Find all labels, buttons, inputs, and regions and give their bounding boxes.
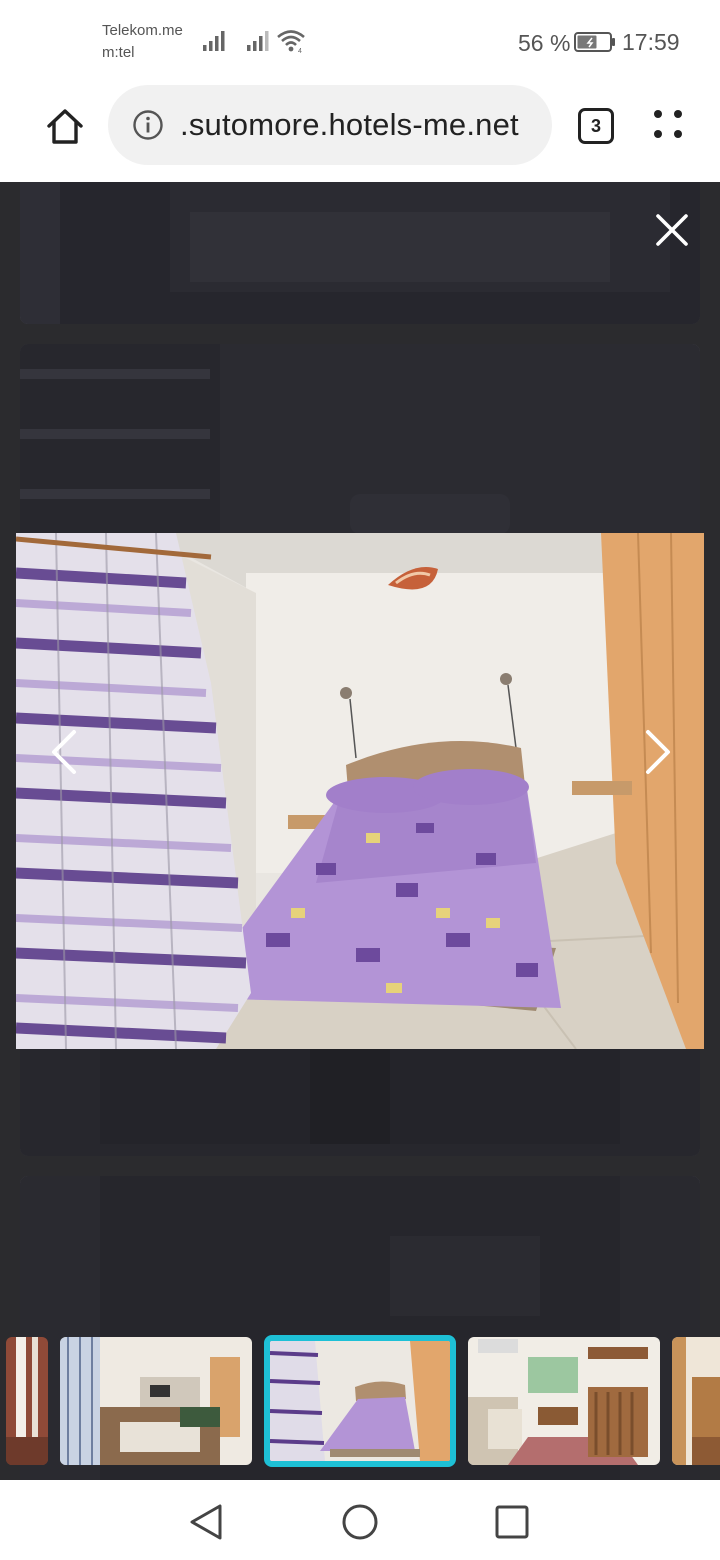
listing-photo-card xyxy=(20,182,700,324)
menu-dot-icon xyxy=(654,110,662,118)
signal-strength-icon xyxy=(203,31,225,51)
previous-photo-chevron-icon[interactable] xyxy=(44,722,84,782)
battery-icon xyxy=(574,32,615,52)
thumbnail-strip[interactable] xyxy=(0,1335,720,1467)
thumbnail-image xyxy=(468,1337,660,1465)
gallery-main-photo[interactable] xyxy=(16,533,704,1049)
url-text[interactable]: .sutomore.hotels-me.net xyxy=(180,107,519,143)
recent-apps-square-icon[interactable] xyxy=(492,1502,532,1542)
home-circle-icon[interactable] xyxy=(340,1502,380,1542)
browser-toolbar: .sutomore.hotels-me.net 3 xyxy=(0,84,720,182)
bedroom-photo xyxy=(16,533,704,1049)
tab-count: 3 xyxy=(590,115,601,136)
tab-switcher-button[interactable]: 3 xyxy=(578,108,614,144)
battery-percentage: 56 % xyxy=(518,30,571,56)
carrier-primary: Telekom.me xyxy=(102,22,183,39)
home-button[interactable] xyxy=(40,104,90,150)
thumbnail-image xyxy=(6,1337,48,1465)
close-icon[interactable] xyxy=(650,208,694,252)
menu-dot-icon xyxy=(674,130,682,138)
thumbnail-item[interactable] xyxy=(60,1337,252,1465)
signal-strength-icon xyxy=(247,31,269,51)
overflow-menu-button[interactable] xyxy=(650,106,686,146)
svg-text:4: 4 xyxy=(298,48,302,54)
gallery-overlay xyxy=(0,182,720,1480)
carrier-secondary: m:tel xyxy=(102,44,135,61)
thumbnail-image xyxy=(60,1337,252,1465)
home-icon xyxy=(47,109,83,144)
system-navigation-bar xyxy=(0,1480,720,1560)
thumbnail-item-selected[interactable] xyxy=(264,1335,456,1467)
carrier-info: Telekom.me m:tel xyxy=(102,20,183,64)
thumbnail-item[interactable] xyxy=(672,1337,720,1465)
menu-dot-icon xyxy=(654,130,662,138)
thumbnail-item[interactable] xyxy=(468,1337,660,1465)
clock: 17:59 xyxy=(622,29,680,55)
back-triangle-icon[interactable] xyxy=(186,1502,226,1542)
status-bar: Telekom.me m:tel 4 56 % 17:59 xyxy=(0,0,720,84)
address-bar[interactable]: .sutomore.hotels-me.net xyxy=(108,85,552,165)
thumbnail-image xyxy=(672,1337,720,1465)
wifi-icon: 4 xyxy=(277,30,305,54)
menu-dot-icon xyxy=(674,110,682,118)
thumbnail-item[interactable] xyxy=(6,1337,48,1465)
thumbnail-image xyxy=(270,1341,450,1461)
next-photo-chevron-icon[interactable] xyxy=(638,722,678,782)
info-icon[interactable] xyxy=(132,109,164,141)
